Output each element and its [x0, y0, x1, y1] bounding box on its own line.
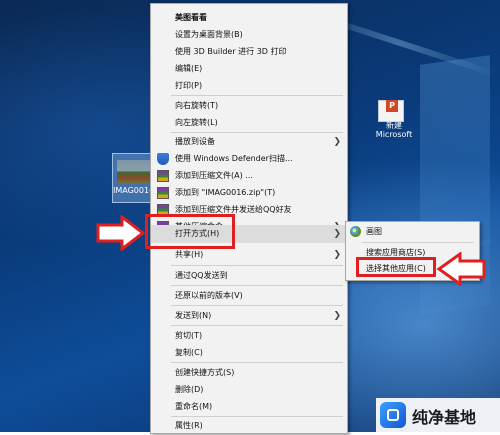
- watermark: 纯净基地: [376, 398, 500, 432]
- menu-item-delete[interactable]: 删除(D): [151, 381, 347, 399]
- menu-item-label: 剪切(T): [175, 331, 203, 340]
- menu-item-label: 向右旋转(T): [175, 101, 219, 110]
- brand-logo-icon: [380, 402, 406, 428]
- menu-item-label: 播放到设备: [175, 137, 215, 146]
- ppt-label-line2: Microsoft: [375, 130, 413, 139]
- menu-separator: [171, 265, 343, 266]
- menu-item-label: 美图看看: [175, 13, 207, 22]
- desktop-ppt-file[interactable]: P 新建 Microsoft: [372, 98, 412, 139]
- menu-item-send-via-qq[interactable]: 通过QQ发送到: [151, 267, 347, 285]
- menu-item-send-to[interactable]: 发送到(N) ❯: [151, 307, 347, 325]
- menu-item-rotate-left[interactable]: 向左旋转(L): [151, 114, 347, 132]
- menu-separator: [171, 305, 343, 306]
- menu-item-cut[interactable]: 剪切(T): [151, 327, 347, 345]
- submenu-item-label: 画图: [366, 227, 382, 236]
- menu-item-label: 添加到压缩文件(A) ...: [175, 171, 253, 180]
- menu-item-cast-to-device[interactable]: 播放到设备 ❯: [151, 133, 347, 151]
- chevron-right-icon: ❯: [333, 137, 341, 147]
- menu-separator: [171, 362, 343, 363]
- arrow-left-icon: [436, 252, 486, 286]
- menu-item-add-to-zip[interactable]: 添加到 "IMAG0016.zip"(T): [151, 184, 347, 202]
- menu-item-label: 编辑(E): [175, 64, 203, 73]
- chevron-right-icon: ❯: [333, 229, 341, 239]
- menu-item-create-shortcut[interactable]: 创建快捷方式(S): [151, 364, 347, 382]
- menu-item-3d-print[interactable]: 使用 3D Builder 进行 3D 打印: [151, 43, 347, 61]
- menu-item-label: 使用 3D Builder 进行 3D 打印: [175, 47, 287, 56]
- menu-item-label: 删除(D): [175, 385, 204, 394]
- menu-item-label: 发送到(N): [175, 311, 212, 320]
- menu-item-label: 打印(P): [175, 81, 203, 90]
- menu-item-label: 向左旋转(L): [175, 118, 218, 127]
- menu-item-meitu-viewer[interactable]: 美图看看: [151, 9, 347, 27]
- menu-item-label: 使用 Windows Defender扫描...: [175, 154, 293, 163]
- menu-item-label: 重命名(M): [175, 402, 213, 411]
- winrar-icon: [157, 170, 169, 182]
- menu-item-rename[interactable]: 重命名(M): [151, 398, 347, 416]
- shield-icon: [157, 153, 169, 165]
- chevron-right-icon: ❯: [333, 311, 341, 321]
- menu-item-print[interactable]: 打印(P): [151, 77, 347, 95]
- highlight-box-open-with: [145, 214, 235, 249]
- menu-item-label: 通过QQ发送到: [175, 271, 228, 280]
- menu-separator: [362, 242, 474, 243]
- menu-item-set-wallpaper[interactable]: 设置为桌面背景(B): [151, 26, 347, 44]
- menu-item-add-to-archive[interactable]: 添加到压缩文件(A) ...: [151, 167, 347, 185]
- winrar-icon: [157, 187, 169, 199]
- menu-item-copy[interactable]: 复制(C): [151, 344, 347, 362]
- watermark-text: 纯净基地: [412, 408, 477, 427]
- menu-item-label: 创建快捷方式(S): [175, 368, 235, 377]
- image-thumbnail: [117, 160, 153, 184]
- menu-item-label: 添加到 "IMAG0016.zip"(T): [175, 188, 276, 197]
- menu-separator: [171, 325, 343, 326]
- paint-icon: [350, 226, 361, 237]
- menu-item-label: 还原以前的版本(V): [175, 291, 243, 300]
- menu-item-defender-scan[interactable]: 使用 Windows Defender扫描...: [151, 150, 347, 168]
- menu-item-rotate-right[interactable]: 向右旋转(T): [151, 97, 347, 115]
- powerpoint-icon: P: [386, 100, 398, 112]
- menu-item-restore-previous[interactable]: 还原以前的版本(V): [151, 287, 347, 305]
- menu-separator: [171, 285, 343, 286]
- arrow-right-icon: [96, 215, 146, 251]
- menu-item-edit[interactable]: 编辑(E): [151, 60, 347, 78]
- menu-item-label: 复制(C): [175, 348, 203, 357]
- menu-item-label: 属性(R): [175, 421, 203, 430]
- chevron-right-icon: ❯: [333, 250, 341, 260]
- submenu-item-paint[interactable]: 画图: [346, 224, 479, 240]
- menu-item-properties[interactable]: 属性(R): [151, 417, 347, 435]
- menu-separator: [171, 95, 343, 96]
- highlight-box-choose-other-app: [356, 257, 436, 277]
- menu-item-label: 设置为桌面背景(B): [175, 30, 243, 39]
